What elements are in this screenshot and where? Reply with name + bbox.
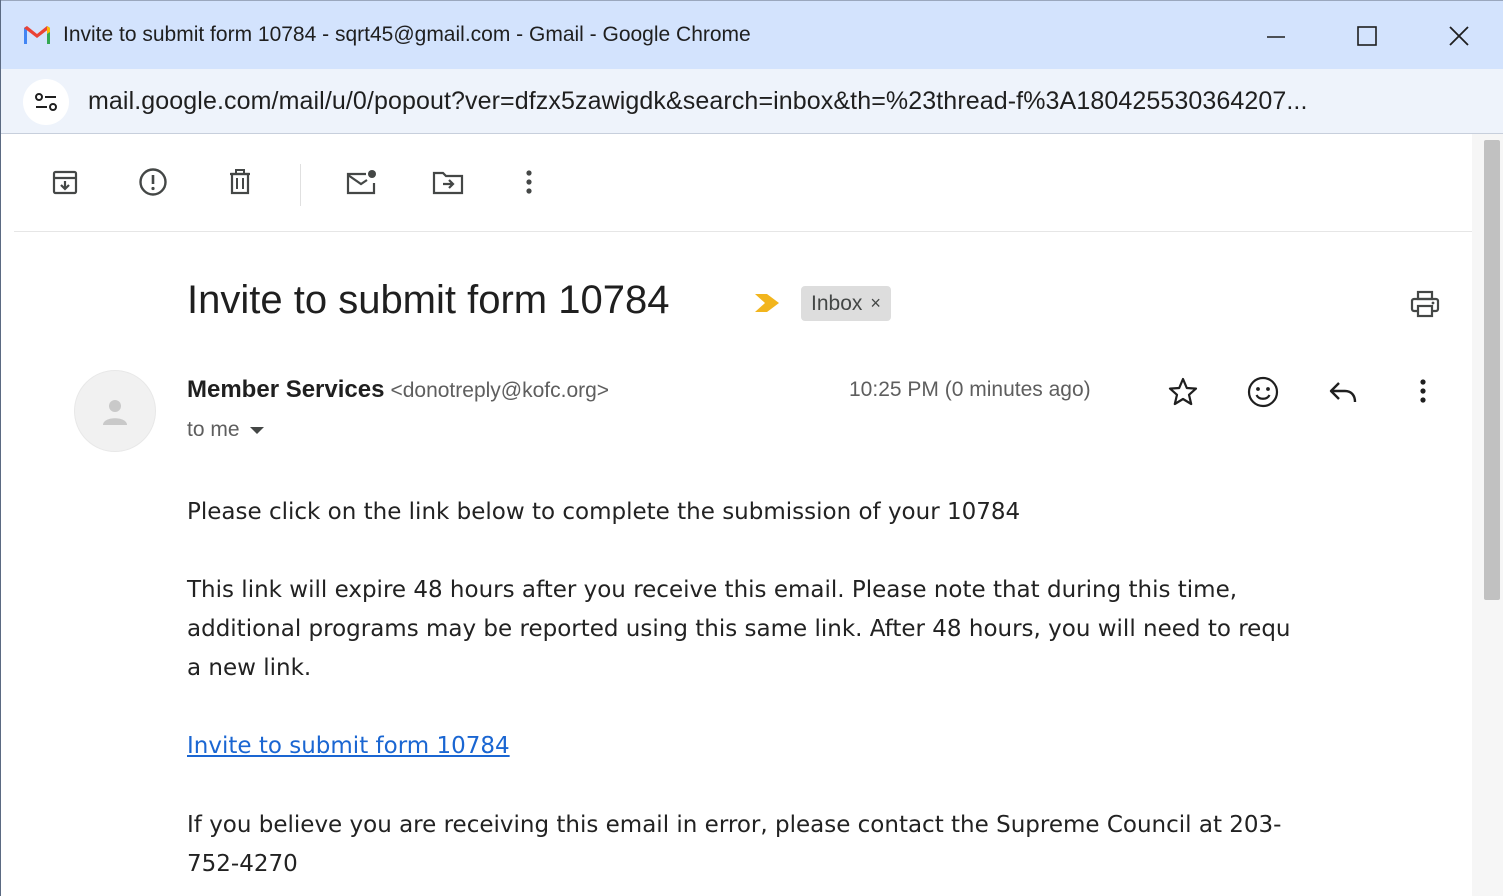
sender-line: Member Services <donotreply@kofc.org> xyxy=(187,376,609,404)
submit-form-link[interactable]: Invite to submit form 10784 xyxy=(187,727,510,766)
mark-unread-button[interactable] xyxy=(344,165,378,199)
remove-label-button[interactable]: × xyxy=(870,293,881,314)
reply-icon xyxy=(1329,382,1357,403)
star-icon xyxy=(1168,377,1198,406)
body-paragraph-3-line-1: If you believe you are receiving this em… xyxy=(187,812,1282,838)
scrollbar-thumb[interactable] xyxy=(1484,140,1500,600)
recipient-details-toggle[interactable]: to me xyxy=(187,418,264,442)
body-paragraph-2-line-1: This link will expire 48 hours after you… xyxy=(187,577,1238,603)
close-button[interactable] xyxy=(1429,13,1489,59)
report-spam-button[interactable] xyxy=(136,165,170,199)
star-button[interactable] xyxy=(1161,370,1205,414)
address-bar: mail.google.com/mail/u/0/popout?ver=dfzx… xyxy=(1,69,1503,134)
add-reaction-button[interactable] xyxy=(1241,370,1285,414)
report-spam-icon xyxy=(139,168,167,196)
email-subject: Invite to submit form 10784 xyxy=(187,278,670,322)
label-text: Inbox xyxy=(811,291,863,315)
print-icon xyxy=(1410,290,1440,318)
print-all-button[interactable] xyxy=(1403,282,1447,326)
delete-button[interactable] xyxy=(223,165,257,199)
sender-name[interactable]: Member Services xyxy=(187,376,384,403)
close-icon xyxy=(1449,26,1469,46)
importance-marker-icon[interactable] xyxy=(753,292,781,314)
body-paragraph-2-line-3: a new link. xyxy=(187,655,312,681)
sender-email: <donotreply@kofc.org> xyxy=(390,379,610,402)
emoji-icon xyxy=(1247,376,1279,408)
recipient-label: to me xyxy=(187,418,240,441)
inbox-label-chip: Inbox × xyxy=(801,286,891,321)
browser-window: Invite to submit form 10784 - sqrt45@gma… xyxy=(0,0,1503,896)
message-more-button[interactable] xyxy=(1401,370,1445,414)
minimize-icon xyxy=(1267,36,1285,38)
move-to-button[interactable] xyxy=(431,165,465,199)
window-titlebar[interactable]: Invite to submit form 10784 - sqrt45@gma… xyxy=(1,0,1503,69)
more-options-button[interactable] xyxy=(512,165,546,199)
message-toolbar xyxy=(14,134,1472,232)
gmail-logo-icon xyxy=(24,26,50,44)
maximize-icon xyxy=(1357,26,1377,46)
reply-button[interactable] xyxy=(1321,370,1365,414)
body-paragraph-1: Please click on the link below to comple… xyxy=(187,499,1021,525)
more-vert-icon xyxy=(526,170,532,194)
mark-unread-icon xyxy=(346,170,376,195)
url-text[interactable]: mail.google.com/mail/u/0/popout?ver=dfzx… xyxy=(88,87,1308,116)
tune-icon xyxy=(35,93,57,111)
toolbar-divider xyxy=(300,164,301,206)
more-vert-icon xyxy=(1420,379,1426,403)
move-to-icon xyxy=(432,171,464,195)
sender-avatar[interactable] xyxy=(74,370,156,452)
minimize-button[interactable] xyxy=(1246,13,1306,59)
site-info-button[interactable] xyxy=(23,79,69,125)
chevron-down-icon xyxy=(249,426,264,434)
maximize-button[interactable] xyxy=(1337,13,1397,59)
email-timestamp: 10:25 PM (0 minutes ago) xyxy=(849,378,1091,401)
window-title: Invite to submit form 10784 - sqrt45@gma… xyxy=(63,23,751,46)
body-paragraph-2-line-2: additional programs may be reported usin… xyxy=(187,616,1291,642)
delete-icon xyxy=(230,169,250,195)
archive-button[interactable] xyxy=(48,165,82,199)
body-paragraph-3-line-2: 752-4270 xyxy=(187,851,298,877)
archive-icon xyxy=(52,170,78,195)
person-icon xyxy=(103,400,127,425)
